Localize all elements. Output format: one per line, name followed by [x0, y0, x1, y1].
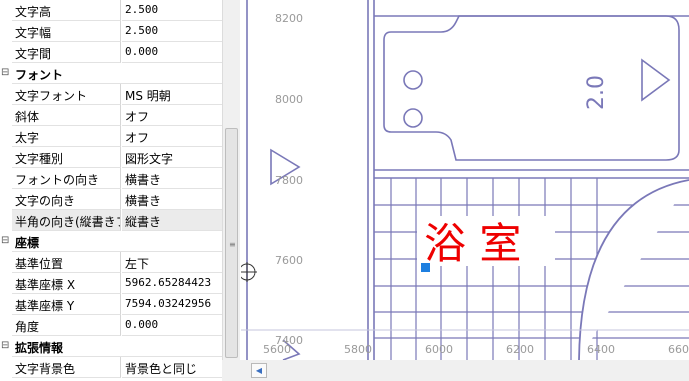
property-row[interactable]: 基準座標 X 5962.65284423	[0, 273, 222, 294]
canvas-horizontal-scrollbar[interactable]: ◀	[241, 360, 689, 381]
property-name: 文字幅	[12, 21, 121, 42]
row-gutter	[0, 252, 12, 273]
row-gutter	[0, 21, 12, 42]
row-gutter	[0, 294, 12, 315]
property-name: 文字背景色	[12, 357, 121, 378]
property-name: フォントの向き	[12, 168, 121, 189]
property-value[interactable]: 2.500	[122, 0, 222, 21]
property-row[interactable]: 文字の向き 横書き	[0, 189, 222, 210]
row-gutter	[0, 189, 12, 210]
property-row[interactable]: 文字フォント MS 明朝	[0, 84, 222, 105]
row-gutter	[0, 126, 12, 147]
property-value[interactable]: オフ	[122, 105, 222, 126]
row-gutter	[0, 42, 12, 63]
scrollbar-corner	[222, 360, 241, 381]
y-axis-label: 8000	[275, 93, 303, 106]
row-gutter	[0, 273, 12, 294]
property-row[interactable]: 文字幅 2.500	[0, 21, 222, 42]
property-name: 基準座標 X	[12, 273, 121, 294]
collapse-icon[interactable]: ⊟	[1, 235, 9, 246]
property-value[interactable]: 図形文字	[122, 147, 222, 168]
property-value[interactable]: 7594.03242956	[122, 294, 222, 315]
scrollbar-thumb[interactable]: ≡	[225, 128, 238, 358]
property-category[interactable]: ⊟ 拡張情報	[0, 336, 222, 357]
property-category[interactable]: ⊟ 座標	[0, 231, 222, 252]
property-row[interactable]: 文字背景色 背景色と同じ	[0, 357, 222, 378]
row-gutter	[0, 147, 12, 168]
property-name: 文字種別	[12, 147, 121, 168]
property-name: 基準座標 Y	[12, 294, 121, 315]
property-row[interactable]: 太字 オフ	[0, 126, 222, 147]
property-value[interactable]: 横書き	[122, 168, 222, 189]
property-value[interactable]: 縦書き	[122, 210, 222, 231]
x-axis-label: 6400	[587, 343, 615, 356]
property-value[interactable]: 0.000	[122, 42, 222, 63]
row-gutter	[0, 210, 12, 231]
x-axis-label: 5600	[263, 343, 291, 356]
property-row[interactable]: 文字種別 図形文字	[0, 147, 222, 168]
x-axis-label: 6600	[668, 343, 689, 356]
x-axis-label: 5800	[344, 343, 372, 356]
property-name: 角度	[12, 315, 121, 336]
row-gutter	[0, 84, 12, 105]
category-label: フォント	[12, 63, 222, 84]
property-value[interactable]: 背景色と同じ	[122, 357, 222, 378]
text-base-point-handle[interactable]	[421, 263, 430, 272]
property-value[interactable]: 2.500	[122, 21, 222, 42]
x-axis-label: 6000	[425, 343, 453, 356]
property-grid: 文字高 2.500 文字幅 2.500 文字間 0.000 ⊟ フォント 文字フォント MS 明朝…	[0, 0, 222, 381]
property-row[interactable]: 半角の向き(縦書きフォ縦書き	[0, 210, 222, 231]
scrollbar-grip-icon: ≡	[229, 240, 236, 249]
property-row[interactable]: 基準座標 Y 7594.03242956	[0, 294, 222, 315]
property-name: 半角の向き(縦書きフォ	[12, 210, 121, 231]
dimension-text: 2.0	[584, 75, 609, 110]
property-name: 文字の向き	[12, 189, 121, 210]
property-name: 斜体	[12, 105, 121, 126]
drawing-canvas[interactable]: 8200 8000 7800 7600 7400 5600 5800 6000 …	[241, 0, 689, 360]
room-label-text[interactable]: 浴 室	[424, 219, 521, 268]
y-axis-label: 8200	[275, 12, 303, 25]
property-value[interactable]: 5962.65284423	[122, 273, 222, 294]
property-value[interactable]: オフ	[122, 126, 222, 147]
property-name: 文字間	[12, 42, 121, 63]
property-value[interactable]: 0.000	[122, 315, 222, 336]
property-value[interactable]: 横書き	[122, 189, 222, 210]
property-row[interactable]: 基準位置 左下	[0, 252, 222, 273]
row-gutter	[0, 105, 12, 126]
row-gutter	[0, 357, 12, 378]
property-value[interactable]: MS 明朝	[122, 84, 222, 105]
property-row[interactable]: 文字間 0.000	[0, 42, 222, 63]
property-value[interactable]: 左下	[122, 252, 222, 273]
collapse-icon[interactable]: ⊟	[1, 340, 9, 351]
category-label: 拡張情報	[12, 336, 222, 357]
property-name: 太字	[12, 126, 121, 147]
property-name: 基準位置	[12, 252, 121, 273]
property-category[interactable]: ⊟ フォント	[0, 63, 222, 84]
property-row[interactable]: 文字高 2.500	[0, 0, 222, 21]
row-gutter	[0, 315, 12, 336]
row-gutter	[0, 0, 12, 21]
property-row[interactable]: 斜体 オフ	[0, 105, 222, 126]
scroll-left-arrow-icon[interactable]: ◀	[251, 363, 267, 378]
property-row[interactable]: フォントの向き 横書き	[0, 168, 222, 189]
property-vertical-scrollbar[interactable]: ≡	[222, 0, 240, 381]
y-axis-label: 7800	[275, 174, 303, 187]
collapse-icon[interactable]: ⊟	[1, 67, 9, 78]
x-axis-label: 6200	[506, 343, 534, 356]
row-gutter	[0, 168, 12, 189]
property-name: 文字高	[12, 0, 121, 21]
y-axis-label: 7600	[275, 254, 303, 267]
property-name: 文字フォント	[12, 84, 121, 105]
property-row[interactable]: 角度 0.000	[0, 315, 222, 336]
category-label: 座標	[12, 231, 222, 252]
